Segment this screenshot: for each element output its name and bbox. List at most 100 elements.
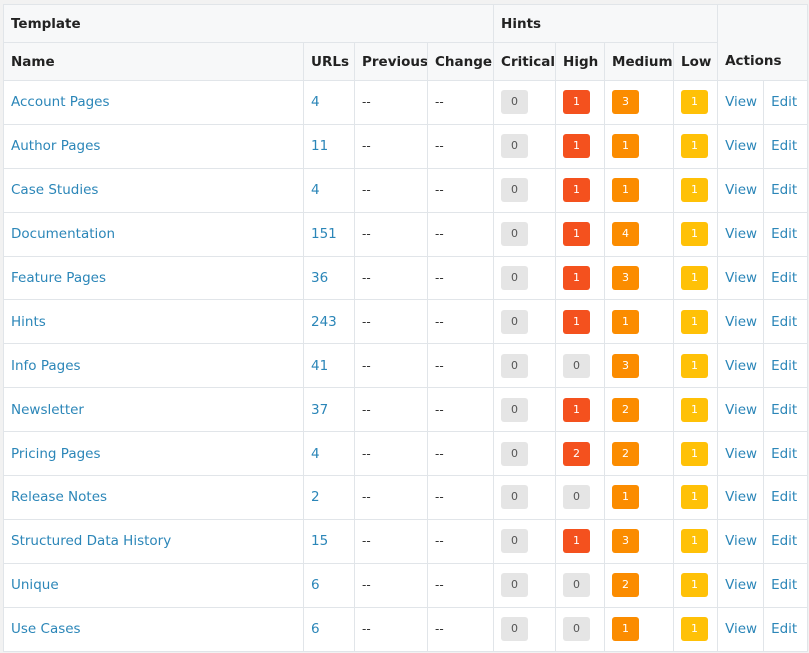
template-name-link[interactable]: Newsletter	[3, 387, 304, 433]
edit-link[interactable]: Edit	[763, 343, 809, 389]
column-header-previous[interactable]: Previous	[354, 42, 428, 81]
url-count-link[interactable]: 4	[303, 431, 355, 477]
url-count-link[interactable]: 37	[303, 387, 355, 433]
edit-link[interactable]: Edit	[763, 123, 809, 169]
template-name-link[interactable]: Use Cases	[3, 606, 304, 652]
table-row: Feature Pages 36 -- -- 0 1 3 1 View Edit	[3, 255, 809, 301]
critical-cell: 0	[493, 562, 557, 608]
edit-link[interactable]: Edit	[763, 431, 809, 477]
view-link[interactable]: View	[717, 80, 765, 125]
view-link[interactable]: View	[717, 518, 765, 564]
critical-count-badge: 0	[501, 266, 529, 290]
template-name-link[interactable]: Account Pages	[3, 80, 304, 125]
low-count-badge: 1	[681, 266, 709, 290]
column-header-medium[interactable]: Medium	[604, 42, 675, 81]
medium-count-badge: 3	[612, 90, 640, 115]
high-cell: 1	[555, 387, 606, 433]
view-link[interactable]: View	[717, 343, 765, 389]
low-cell: 1	[673, 343, 719, 389]
high-cell: 1	[555, 299, 606, 345]
column-header-low[interactable]: Low	[673, 42, 719, 81]
previous-value: --	[354, 475, 428, 520]
url-count-link[interactable]: 243	[303, 299, 355, 345]
column-header-change[interactable]: Change	[426, 42, 495, 81]
template-name-link[interactable]: Release Notes	[3, 475, 304, 520]
edit-link[interactable]: Edit	[763, 211, 809, 257]
template-name-link[interactable]: Info Pages	[3, 343, 304, 389]
medium-count-badge: 3	[612, 353, 640, 378]
medium-cell: 2	[604, 431, 675, 477]
url-count-link[interactable]: 4	[303, 167, 355, 213]
edit-link[interactable]: Edit	[763, 562, 809, 608]
change-value: --	[426, 343, 495, 389]
high-count-badge: 0	[563, 485, 591, 510]
critical-count-badge: 0	[501, 441, 529, 466]
template-name-link[interactable]: Documentation	[3, 211, 304, 257]
view-link[interactable]: View	[717, 606, 765, 652]
low-cell: 1	[673, 211, 719, 257]
high-cell: 0	[555, 606, 606, 652]
table-row: Structured Data History 15 -- -- 0 1 3 1 View Edi…	[3, 518, 809, 564]
view-link[interactable]: View	[717, 431, 765, 477]
template-name-link[interactable]: Case Studies	[3, 167, 304, 213]
edit-link[interactable]: Edit	[763, 255, 809, 301]
low-count-badge: 1	[681, 397, 709, 422]
view-link[interactable]: View	[717, 387, 765, 433]
column-header-urls[interactable]: URLs	[303, 42, 355, 81]
view-link[interactable]: View	[717, 123, 765, 169]
view-link[interactable]: View	[717, 299, 765, 345]
url-count-link[interactable]: 11	[303, 123, 355, 169]
url-count-link[interactable]: 2	[303, 475, 355, 520]
low-count-badge: 1	[681, 90, 709, 115]
table-row: Release Notes 2 -- -- 0 0 1 1 View Edit	[3, 475, 809, 520]
view-link[interactable]: View	[717, 255, 765, 301]
url-count-link[interactable]: 6	[303, 606, 355, 652]
url-count-link[interactable]: 36	[303, 255, 355, 301]
edit-link[interactable]: Edit	[763, 167, 809, 213]
medium-count-badge: 1	[612, 485, 640, 510]
edit-link[interactable]: Edit	[763, 299, 809, 345]
url-count-link[interactable]: 151	[303, 211, 355, 257]
critical-cell: 0	[493, 167, 557, 213]
edit-link[interactable]: Edit	[763, 518, 809, 564]
template-name-link[interactable]: Pricing Pages	[3, 431, 304, 477]
high-count-badge: 1	[563, 178, 591, 203]
view-link[interactable]: View	[717, 562, 765, 608]
critical-count-badge: 0	[501, 485, 529, 510]
critical-cell: 0	[493, 211, 557, 257]
view-link[interactable]: View	[717, 211, 765, 257]
column-header-name[interactable]: Name	[3, 42, 304, 81]
low-count-badge: 1	[681, 485, 709, 510]
template-name-link[interactable]: Hints	[3, 299, 304, 345]
critical-cell: 0	[493, 518, 557, 564]
medium-count-badge: 1	[612, 617, 640, 642]
low-cell: 1	[673, 123, 719, 169]
column-header-critical[interactable]: Critical	[493, 42, 557, 81]
medium-cell: 3	[604, 518, 675, 564]
column-header-high[interactable]: High	[555, 42, 606, 81]
medium-count-badge: 2	[612, 441, 640, 466]
view-link[interactable]: View	[717, 167, 765, 213]
medium-cell: 1	[604, 299, 675, 345]
template-name-link[interactable]: Feature Pages	[3, 255, 304, 301]
edit-link[interactable]: Edit	[763, 606, 809, 652]
url-count-link[interactable]: 15	[303, 518, 355, 564]
low-count-badge: 1	[681, 222, 709, 247]
edit-link[interactable]: Edit	[763, 80, 809, 125]
template-name-link[interactable]: Author Pages	[3, 123, 304, 169]
table-row: Author Pages 11 -- -- 0 1 1 1 View Edit	[3, 123, 809, 169]
critical-cell: 0	[493, 80, 557, 125]
url-count-link[interactable]: 41	[303, 343, 355, 389]
high-cell: 1	[555, 518, 606, 564]
url-count-link[interactable]: 6	[303, 562, 355, 608]
template-name-link[interactable]: Structured Data History	[3, 518, 304, 564]
template-name-link[interactable]: Unique	[3, 562, 304, 608]
medium-cell: 4	[604, 211, 675, 257]
critical-cell: 0	[493, 299, 557, 345]
edit-link[interactable]: Edit	[763, 475, 809, 520]
view-link[interactable]: View	[717, 475, 765, 520]
high-count-badge: 1	[563, 90, 591, 115]
url-count-link[interactable]: 4	[303, 80, 355, 125]
edit-link[interactable]: Edit	[763, 387, 809, 433]
high-cell: 0	[555, 343, 606, 389]
